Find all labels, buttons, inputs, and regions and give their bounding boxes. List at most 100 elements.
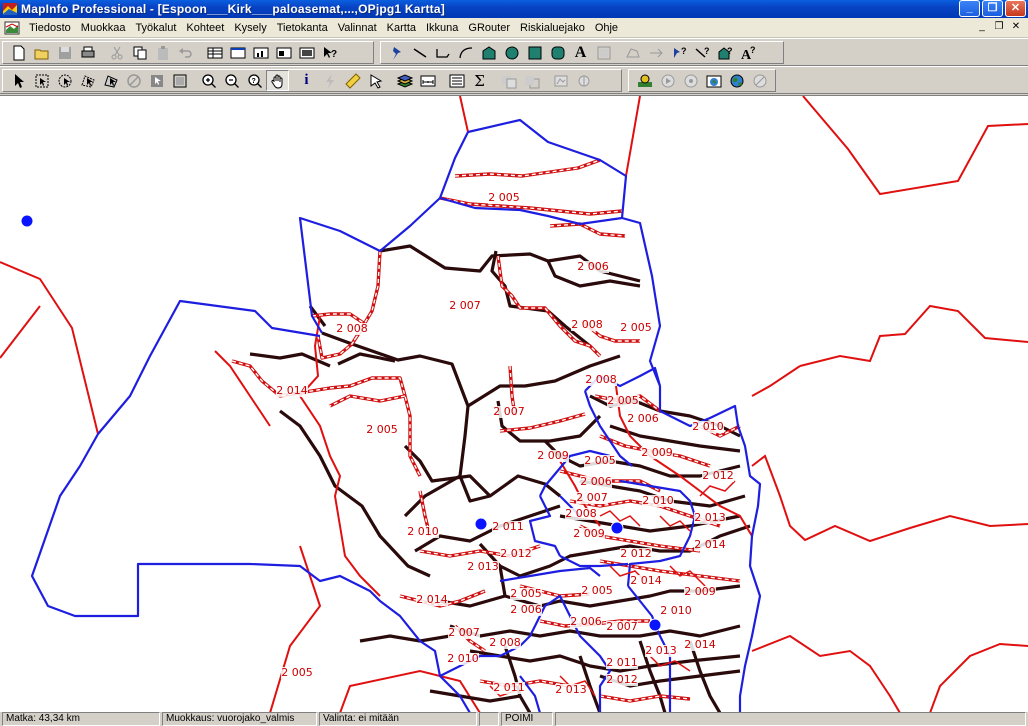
arc-tool-button[interactable]	[454, 42, 477, 63]
district-year-label[interactable]: 2 007	[448, 626, 480, 639]
menu-item-valinnat[interactable]: Valinnat	[333, 22, 382, 34]
district-year-label[interactable]: 2 008	[571, 318, 603, 331]
district-year-label[interactable]: 2 012	[500, 547, 532, 560]
district-year-label[interactable]: 2 011	[492, 520, 524, 533]
district-year-label[interactable]: 2 010	[692, 420, 724, 433]
status-selection[interactable]: Valinta: ei mitään	[319, 712, 477, 726]
district-year-label[interactable]: 2 010	[407, 525, 439, 538]
world-map-button[interactable]	[725, 70, 748, 91]
mapbasic-button[interactable]	[679, 70, 702, 91]
frame-tool-button[interactable]	[592, 42, 615, 63]
text-style-button[interactable]: A?	[736, 42, 759, 63]
district-year-label[interactable]: 2 014	[694, 538, 726, 551]
district-year-label[interactable]: 2 013	[555, 683, 587, 696]
maximize-button[interactable]: ❐	[982, 0, 1003, 17]
run-program-button[interactable]	[656, 70, 679, 91]
map-window-icon[interactable]	[4, 20, 20, 36]
district-year-label[interactable]: 2 005	[488, 191, 520, 204]
ellipse-tool-button[interactable]	[500, 42, 523, 63]
menu-item-tietokanta[interactable]: Tietokanta	[272, 22, 333, 34]
label-tool-button[interactable]	[364, 70, 387, 91]
tool-manager-button[interactable]	[633, 70, 656, 91]
grabber-button[interactable]	[266, 70, 289, 91]
district-year-label[interactable]: 2 011	[606, 656, 638, 669]
symbol-style-button[interactable]: ?	[667, 42, 690, 63]
invert-selection-button[interactable]	[168, 70, 191, 91]
new-redistrict-button[interactable]	[295, 42, 318, 63]
district-year-label[interactable]: 2 014	[276, 384, 308, 397]
district-year-label[interactable]: 2 008	[585, 373, 617, 386]
district-year-label[interactable]: 2 005	[607, 394, 639, 407]
district-year-label[interactable]: 2 005	[581, 584, 613, 597]
district-year-label[interactable]: 2 007	[449, 299, 481, 312]
mapinfo-app-icon[interactable]	[3, 2, 17, 16]
text-tool-button[interactable]: A	[569, 42, 592, 63]
reshape-button[interactable]	[621, 42, 644, 63]
graph-select-button[interactable]	[145, 70, 168, 91]
menu-item-kartta[interactable]: Kartta	[382, 22, 421, 34]
new-mapper-button[interactable]	[226, 42, 249, 63]
copy-button[interactable]	[128, 42, 151, 63]
new-graph-button[interactable]	[249, 42, 272, 63]
cut-button[interactable]	[105, 42, 128, 63]
radius-select-button[interactable]	[53, 70, 76, 91]
map-window[interactable]: 2 005 2 006 2 007 2 008 2 008 2 005 2 008 2 014…	[0, 95, 1028, 712]
district-year-label[interactable]: 2 010	[447, 652, 479, 665]
doc-close-button[interactable]: ✕	[1008, 20, 1024, 34]
district-year-label[interactable]: 2 009	[573, 527, 605, 540]
status-editing-layer[interactable]: Muokkaus: vuorojako_valmis	[162, 712, 317, 726]
district-year-label[interactable]: 2 013	[467, 560, 499, 573]
district-year-label[interactable]: 2 012	[620, 547, 652, 560]
district-year-label[interactable]: 2 006	[570, 615, 602, 628]
rectangle-tool-button[interactable]	[523, 42, 546, 63]
district-year-label[interactable]: 2 010	[660, 604, 692, 617]
polygon-select-button[interactable]	[76, 70, 99, 91]
district-year-label[interactable]: 2 009	[641, 446, 673, 459]
boundary-select-button[interactable]	[99, 70, 122, 91]
district-year-label[interactable]: 2 011	[493, 681, 525, 694]
line-tool-button[interactable]	[408, 42, 431, 63]
district-year-label[interactable]: 2 005	[510, 587, 542, 600]
district-year-label[interactable]: 2 006	[510, 603, 542, 616]
menu-item-grouter[interactable]: GRouter	[463, 22, 515, 34]
line-style-button[interactable]: ?	[690, 42, 713, 63]
district-year-label[interactable]: 2 014	[684, 638, 716, 651]
save-button[interactable]	[53, 42, 76, 63]
add-node-button[interactable]	[644, 42, 667, 63]
district-year-label[interactable]: 2 008	[565, 507, 597, 520]
district-year-label[interactable]: 2 005	[620, 321, 652, 334]
district-year-label[interactable]: 2 008	[489, 636, 521, 649]
district-year-label[interactable]: 2 006	[627, 412, 659, 425]
map-canvas[interactable]: 2 005 2 006 2 007 2 008 2 008 2 005 2 008 2 014…	[0, 96, 1028, 712]
menu-item-ikkuna[interactable]: Ikkuna	[421, 22, 463, 34]
zoom-in-button[interactable]	[197, 70, 220, 91]
disabled-tool-button[interactable]	[748, 70, 771, 91]
menu-item-tyokalut[interactable]: Työkalut	[130, 22, 181, 34]
minimize-button[interactable]: _	[959, 0, 980, 17]
district-year-label[interactable]: 2 010	[642, 494, 674, 507]
polyline-tool-button[interactable]	[431, 42, 454, 63]
new-browser-button[interactable]	[203, 42, 226, 63]
menu-item-tiedosto[interactable]: Tiedosto	[24, 22, 76, 34]
district-year-label[interactable]: 2 013	[694, 511, 726, 524]
change-view-button[interactable]: ?	[243, 70, 266, 91]
set-target-button[interactable]	[520, 70, 543, 91]
district-year-label[interactable]: 2 007	[606, 620, 638, 633]
menu-item-kohteet[interactable]: Kohteet	[181, 22, 229, 34]
region-style-button[interactable]: ?	[713, 42, 736, 63]
menu-item-muokkaa[interactable]: Muokkaa	[76, 22, 131, 34]
scale-bar-button[interactable]	[416, 70, 439, 91]
layout-tool-button[interactable]	[702, 70, 725, 91]
district-year-label[interactable]: 2 005	[366, 423, 398, 436]
district-year-label[interactable]: 2 006	[580, 475, 612, 488]
unselect-all-button[interactable]	[122, 70, 145, 91]
menu-item-ohje[interactable]: Ohje	[590, 22, 623, 34]
district-year-label[interactable]: 2 014	[416, 593, 448, 606]
district-year-label[interactable]: 2 013	[645, 644, 677, 657]
district-year-label[interactable]: 2 009	[684, 585, 716, 598]
district-year-label[interactable]: 2 007	[576, 491, 608, 504]
district-year-label[interactable]: 2 006	[577, 260, 609, 273]
print-button[interactable]	[76, 42, 99, 63]
help-button[interactable]: ?	[318, 42, 341, 63]
fire-station-marker[interactable]	[20, 214, 34, 228]
